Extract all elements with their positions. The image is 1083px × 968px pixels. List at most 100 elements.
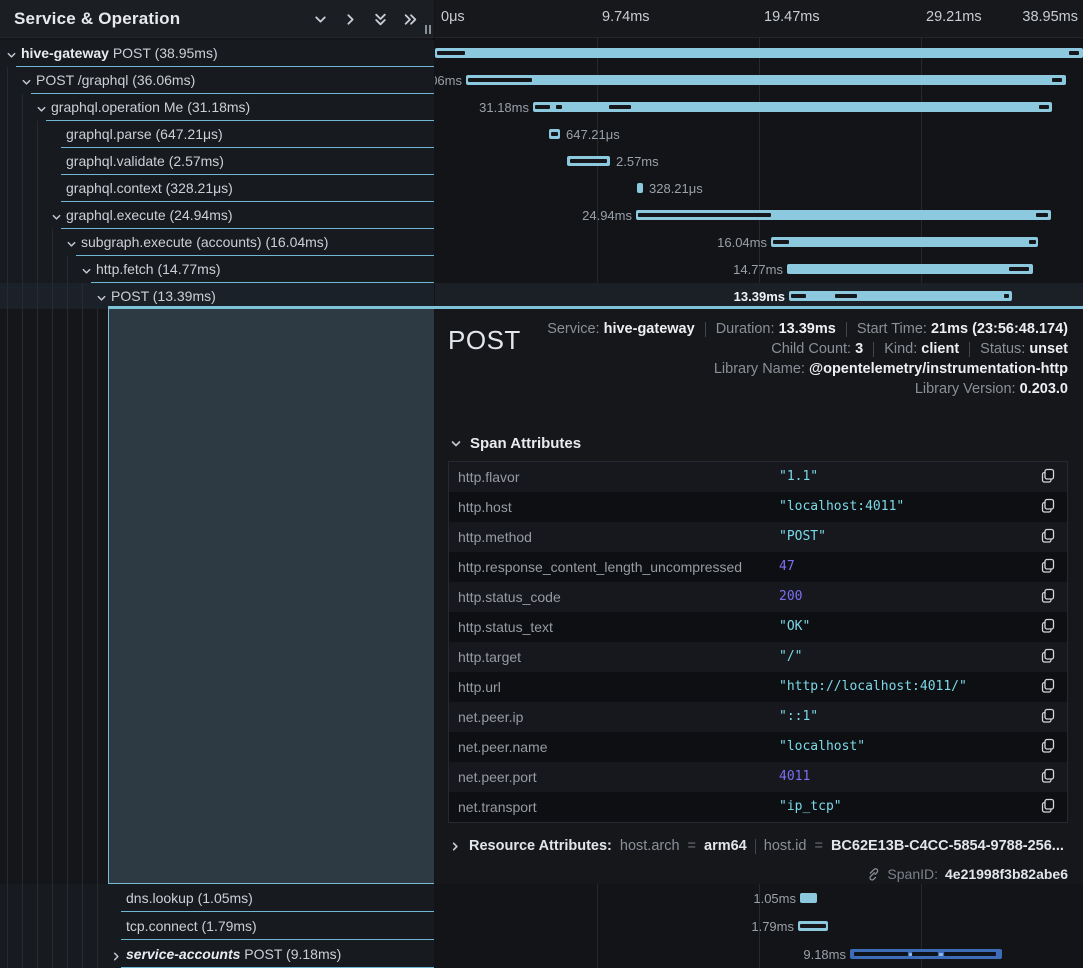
link-icon[interactable] (866, 867, 880, 881)
collapse-all-icon[interactable] (373, 12, 388, 27)
span-row[interactable]: dns.lookup (1.05ms) (0, 884, 434, 912)
start-time-value: 21ms (23:56:48.174) (931, 321, 1068, 337)
chevron-down-icon[interactable] (81, 264, 92, 275)
span-bar-row[interactable] (435, 40, 1083, 67)
span-row[interactable]: http.fetch (14.77ms) (0, 256, 434, 283)
span-row[interactable]: POST /graphql (36.06ms) (0, 67, 434, 94)
ruler-tick-label: 38.95ms (1022, 9, 1078, 25)
span-bar[interactable] (850, 949, 1002, 959)
library-version-value: 0.203.0 (1020, 381, 1068, 397)
span-row[interactable]: tcp.connect (1.79ms) (0, 912, 434, 940)
span-bar[interactable] (789, 291, 1012, 301)
chevron-down-icon[interactable] (6, 48, 17, 59)
span-bar[interactable] (800, 893, 817, 903)
divider (969, 342, 970, 357)
span-row[interactable]: graphql.context (328.21μs) (0, 175, 434, 202)
expand-all-icon[interactable] (403, 12, 418, 27)
span-row[interactable]: subgraph.execute (accounts) (16.04ms) (0, 229, 434, 256)
copy-icon[interactable] (1039, 618, 1057, 636)
attribute-row: http.method"POST" (449, 522, 1067, 552)
copy-icon[interactable] (1039, 528, 1057, 546)
divider (846, 322, 847, 337)
trace-viewer: 0μs 9.74ms 19.47ms 29.21ms 38.95ms 36.06… (0, 0, 1083, 968)
span-bar[interactable] (636, 210, 1051, 220)
copy-icon[interactable] (1039, 498, 1057, 516)
copy-icon[interactable] (1039, 468, 1057, 486)
span-bar-row[interactable]: 31.18ms (435, 94, 1083, 121)
span-label: http.fetch (14.77ms) (96, 261, 221, 277)
span-attributes-title: Span Attributes (470, 435, 581, 452)
span-row[interactable]: graphql.execute (24.94ms) (0, 202, 434, 229)
span-bar[interactable] (771, 237, 1038, 247)
copy-icon[interactable] (1039, 768, 1057, 786)
span-row[interactable]: graphql.operation Me (31.18ms) (0, 94, 434, 121)
span-row[interactable]: graphql.validate (2.57ms) (0, 148, 434, 175)
span-id-value: 4e21998f3b82abe6 (945, 866, 1068, 882)
span-bar-row[interactable]: 14.77ms (435, 256, 1083, 283)
span-bar[interactable] (798, 921, 828, 931)
copy-icon[interactable] (1039, 558, 1057, 576)
attribute-row: net.peer.ip"::1" (449, 702, 1067, 732)
chevron-down-icon[interactable] (36, 102, 47, 113)
chevron-down-icon[interactable] (96, 291, 107, 302)
span-row[interactable]: graphql.parse (647.21μs) (0, 121, 434, 148)
span-label: subgraph.execute (accounts) (16.04ms) (81, 234, 328, 250)
resource-attributes-row[interactable]: Resource Attributes: host.arch=arm64 hos… (450, 838, 1068, 854)
span-label: tcp.connect (1.79ms) (126, 918, 257, 934)
divider (755, 839, 756, 854)
child-count-value: 3 (855, 341, 863, 357)
bar-duration-label: 14.77ms (723, 262, 783, 277)
panel-resize-handle[interactable] (425, 25, 431, 34)
span-bar-row[interactable]: 2.57ms (435, 148, 1083, 175)
span-bar-row[interactable]: 24.94ms (435, 202, 1083, 229)
bar-child-marker (912, 952, 938, 956)
attribute-row: http.status_code200 (449, 582, 1067, 612)
span-bar[interactable] (435, 48, 1083, 58)
span-row[interactable]: service-accounts POST (9.18ms) (0, 940, 434, 968)
chevron-down-icon[interactable] (66, 237, 77, 248)
copy-icon[interactable] (1039, 738, 1057, 756)
span-bar-row[interactable]: 647.21μs (435, 121, 1083, 148)
span-bar-row[interactable]: 1.79ms (435, 912, 1083, 940)
bar-child-marker (468, 78, 532, 82)
copy-icon[interactable] (1039, 648, 1057, 666)
span-row[interactable]: hive-gateway POST (38.95ms) (0, 40, 434, 67)
chevron-down-icon[interactable] (51, 210, 62, 221)
bar-duration-label: 1.05ms (736, 891, 796, 906)
span-bar[interactable] (466, 75, 1066, 85)
span-bar-row[interactable]: 36.06ms (435, 67, 1083, 94)
copy-icon[interactable] (1039, 798, 1057, 816)
copy-icon[interactable] (1039, 708, 1057, 726)
collapse-one-icon[interactable] (313, 12, 328, 27)
span-bar[interactable] (787, 264, 1033, 274)
span-bar[interactable] (533, 102, 1052, 112)
span-bar-row[interactable]: 16.04ms (435, 229, 1083, 256)
detail-info-line: Child Count: 3 Kind: client Status: unse… (521, 341, 1068, 357)
service-name: service-accounts (126, 946, 240, 962)
span-bar[interactable] (549, 129, 560, 139)
bar-duration-label: 1.79ms (734, 919, 794, 934)
span-bar-row[interactable]: 9.18ms (435, 940, 1083, 968)
detail-info-line: Library Name: @opentelemetry/instrumenta… (521, 361, 1068, 377)
copy-icon[interactable] (1039, 678, 1057, 696)
span-bar[interactable] (637, 183, 643, 193)
chevron-down-icon[interactable] (21, 75, 32, 86)
span-bar-row[interactable]: 328.21μs (435, 175, 1083, 202)
copy-icon[interactable] (1039, 588, 1057, 606)
span-attributes-header[interactable]: Span Attributes (450, 435, 1068, 452)
span-bar-row[interactable]: 1.05ms (435, 884, 1083, 912)
duration-value: 13.39ms (779, 321, 836, 337)
span-label: graphql.context (328.21μs) (66, 180, 233, 196)
attribute-row: http.url"http://localhost:4011/" (449, 672, 1067, 702)
ruler-tick-label: 0μs (441, 9, 465, 25)
panel-header: Service & Operation (0, 0, 434, 38)
detail-info-line: Library Version: 0.203.0 (521, 381, 1068, 397)
attribute-row: http.target"/" (449, 642, 1067, 672)
bar-child-marker (437, 51, 465, 55)
library-version-label: Library Version: (915, 381, 1016, 397)
expand-one-icon[interactable] (343, 12, 358, 27)
span-bar[interactable] (567, 156, 610, 166)
bar-child-marker (609, 105, 631, 109)
bar-gap-marker (939, 953, 943, 956)
chevron-right-icon[interactable] (111, 949, 122, 960)
